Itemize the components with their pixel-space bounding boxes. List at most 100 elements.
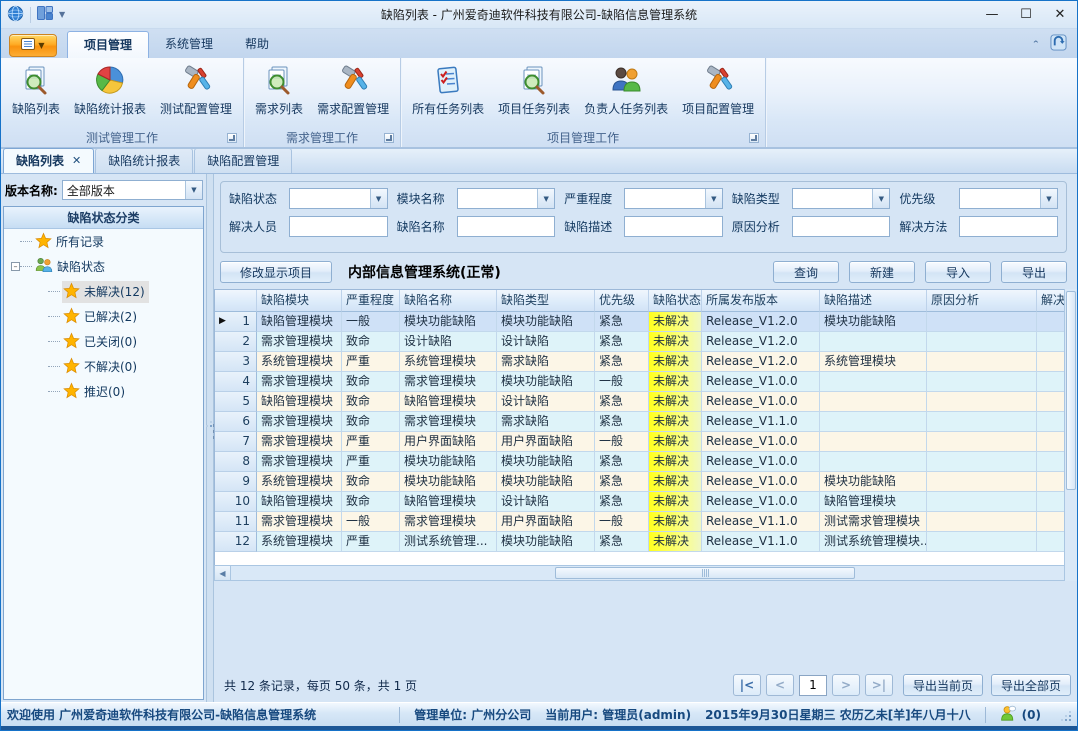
grid-cell[interactable] <box>1037 492 1066 512</box>
grid-cell[interactable]: 缺陷管理模块 <box>400 392 497 412</box>
grid-cell[interactable]: 致命 <box>342 492 400 512</box>
dialog-launcher-icon[interactable] <box>384 133 394 143</box>
column-header-7[interactable]: 缺陷描述 <box>820 290 927 312</box>
row-header-cell[interactable]: 6 <box>215 412 257 432</box>
grid-cell[interactable] <box>1037 412 1066 432</box>
grid-cell[interactable]: Release_V1.2.0 <box>702 312 820 332</box>
tree-node-3[interactable]: 已解决(2) <box>4 304 203 329</box>
grid-cell[interactable]: 用户界面缺陷 <box>400 432 497 452</box>
export-all-pages-button[interactable]: 导出全部页 <box>991 674 1071 696</box>
grid-cell[interactable]: 严重 <box>342 532 400 552</box>
help-icon[interactable] <box>1050 34 1067 54</box>
grid-cell[interactable]: 一般 <box>595 512 649 532</box>
column-header-2[interactable]: 缺陷名称 <box>400 290 497 312</box>
tree-node-4[interactable]: 已关闭(0) <box>4 329 203 354</box>
grid-cell[interactable]: 模块功能缺陷 <box>497 372 595 392</box>
row-header-cell[interactable]: 4 <box>215 372 257 392</box>
column-header-5[interactable]: 缺陷状态 <box>649 290 702 312</box>
grid-cell[interactable]: 未解决 <box>649 372 702 392</box>
grid-cell[interactable]: 需求管理模块 <box>257 412 342 432</box>
filter-input-row2-4[interactable] <box>960 217 1057 236</box>
grid-cell[interactable]: Release_V1.0.0 <box>702 372 820 392</box>
grid-cell[interactable]: 缺陷管理模块 <box>820 492 927 512</box>
ribbon-button-0-1[interactable]: 缺陷统计报表 <box>67 60 153 117</box>
maximize-button[interactable]: ☐ <box>1009 2 1043 28</box>
grid-cell[interactable]: 一般 <box>595 372 649 392</box>
grid-cell[interactable]: 致命 <box>342 332 400 352</box>
tree-node-5[interactable]: 不解决(0) <box>4 354 203 379</box>
action-button-2[interactable]: 导入 <box>925 261 991 283</box>
filter-input-row2-1[interactable] <box>458 217 555 236</box>
grid-cell[interactable]: 需求缺陷 <box>497 412 595 432</box>
grid-cell[interactable] <box>1037 312 1066 332</box>
grid-cell[interactable]: 模块功能缺陷 <box>820 312 927 332</box>
close-tab-icon[interactable]: ✕ <box>72 154 81 167</box>
column-header-6[interactable]: 所属发布版本 <box>702 290 820 312</box>
grid-cell[interactable]: 严重 <box>342 452 400 472</box>
chevron-down-icon[interactable]: ▼ <box>370 189 387 208</box>
grid-cell[interactable]: 一般 <box>342 512 400 532</box>
ribbon-button-2-1[interactable]: 项目任务列表 <box>491 60 577 117</box>
filter-combo-row1-1[interactable]: ▼ <box>457 188 556 209</box>
grid-cell[interactable]: 紧急 <box>595 332 649 352</box>
row-header-cell[interactable]: 2 <box>215 332 257 352</box>
column-header-1[interactable]: 严重程度 <box>342 290 400 312</box>
grid-cell[interactable]: 缺陷管理模块 <box>257 492 342 512</box>
grid-cell[interactable]: 模块功能缺陷 <box>497 532 595 552</box>
row-header-cell[interactable]: 7 <box>215 432 257 452</box>
tree-node-2[interactable]: 未解决(12) <box>4 279 203 304</box>
grid-cell[interactable]: 未解决 <box>649 332 702 352</box>
first-page-button[interactable]: |< <box>733 674 761 696</box>
grid-cell[interactable]: 设计缺陷 <box>497 392 595 412</box>
grid-cell[interactable]: 紧急 <box>595 412 649 432</box>
filter-combo-row1-2[interactable]: ▼ <box>624 188 723 209</box>
grid-cell[interactable]: 一般 <box>342 312 400 332</box>
table-row[interactable]: ▶1缺陷管理模块一般模块功能缺陷模块功能缺陷紧急未解决Release_V1.2.… <box>215 312 1066 332</box>
table-row[interactable]: 4需求管理模块致命需求管理模块模块功能缺陷一般未解决Release_V1.0.0 <box>215 372 1066 392</box>
grid-cell[interactable] <box>927 432 1037 452</box>
grid-cell[interactable]: Release_V1.2.0 <box>702 332 820 352</box>
grid-cell[interactable] <box>820 452 927 472</box>
grid-cell[interactable]: 系统管理模块 <box>257 472 342 492</box>
grid-cell[interactable] <box>927 452 1037 472</box>
horizontal-scrollbar[interactable]: ◀ <box>214 565 1066 581</box>
grid-cell[interactable]: Release_V1.0.0 <box>702 492 820 512</box>
chevron-down-icon[interactable]: ▼ <box>537 189 554 208</box>
grid-cell[interactable]: 紧急 <box>595 472 649 492</box>
grid-cell[interactable] <box>1037 332 1066 352</box>
table-row[interactable]: 2需求管理模块致命设计缺陷设计缺陷紧急未解决Release_V1.2.0 <box>215 332 1066 352</box>
chevron-down-icon[interactable]: ▼ <box>1040 189 1057 208</box>
grid-cell[interactable]: 未解决 <box>649 512 702 532</box>
grid-cell[interactable]: 紧急 <box>595 312 649 332</box>
grid-cell[interactable]: 未解决 <box>649 492 702 512</box>
grid-cell[interactable]: 模块功能缺陷 <box>497 472 595 492</box>
document-tab-0[interactable]: 缺陷列表✕ <box>3 148 94 173</box>
grid-cell[interactable]: Release_V1.1.0 <box>702 512 820 532</box>
grid-cell[interactable] <box>927 332 1037 352</box>
scrollbar-thumb[interactable] <box>555 567 855 579</box>
grid-cell[interactable]: 致命 <box>342 412 400 432</box>
grid-cell[interactable]: 缺陷管理模块 <box>400 492 497 512</box>
grid-cell[interactable]: 严重 <box>342 352 400 372</box>
filter-combo-row1-3[interactable]: ▼ <box>792 188 891 209</box>
tree-node-1[interactable]: –缺陷状态 <box>4 254 203 279</box>
grid-cell[interactable]: 未解决 <box>649 312 702 332</box>
grid-cell[interactable]: 设计缺陷 <box>497 332 595 352</box>
grid-cell[interactable]: 模块功能缺陷 <box>820 472 927 492</box>
grid-cell[interactable] <box>1037 512 1066 532</box>
row-header-cell[interactable]: 9 <box>215 472 257 492</box>
grid-cell[interactable] <box>1037 432 1066 452</box>
ribbon-button-0-2[interactable]: 测试配置管理 <box>153 60 239 117</box>
grid-cell[interactable]: 致命 <box>342 392 400 412</box>
grid-cell[interactable]: Release_V1.2.0 <box>702 352 820 372</box>
grid-cell[interactable]: 缺陷管理模块 <box>257 312 342 332</box>
grid-cell[interactable]: 用户界面缺陷 <box>497 512 595 532</box>
grid-cell[interactable] <box>1037 472 1066 492</box>
ribbon-button-1-0[interactable]: 需求列表 <box>248 60 310 117</box>
ribbon-button-2-0[interactable]: 所有任务列表 <box>405 60 491 117</box>
grid-cell[interactable]: 需求管理模块 <box>257 372 342 392</box>
document-tab-1[interactable]: 缺陷统计报表 <box>95 148 193 173</box>
grid-cell[interactable]: Release_V1.0.0 <box>702 452 820 472</box>
ribbon-tab-0[interactable]: 项目管理 <box>67 31 149 58</box>
ribbon-tab-1[interactable]: 系统管理 <box>149 31 229 58</box>
